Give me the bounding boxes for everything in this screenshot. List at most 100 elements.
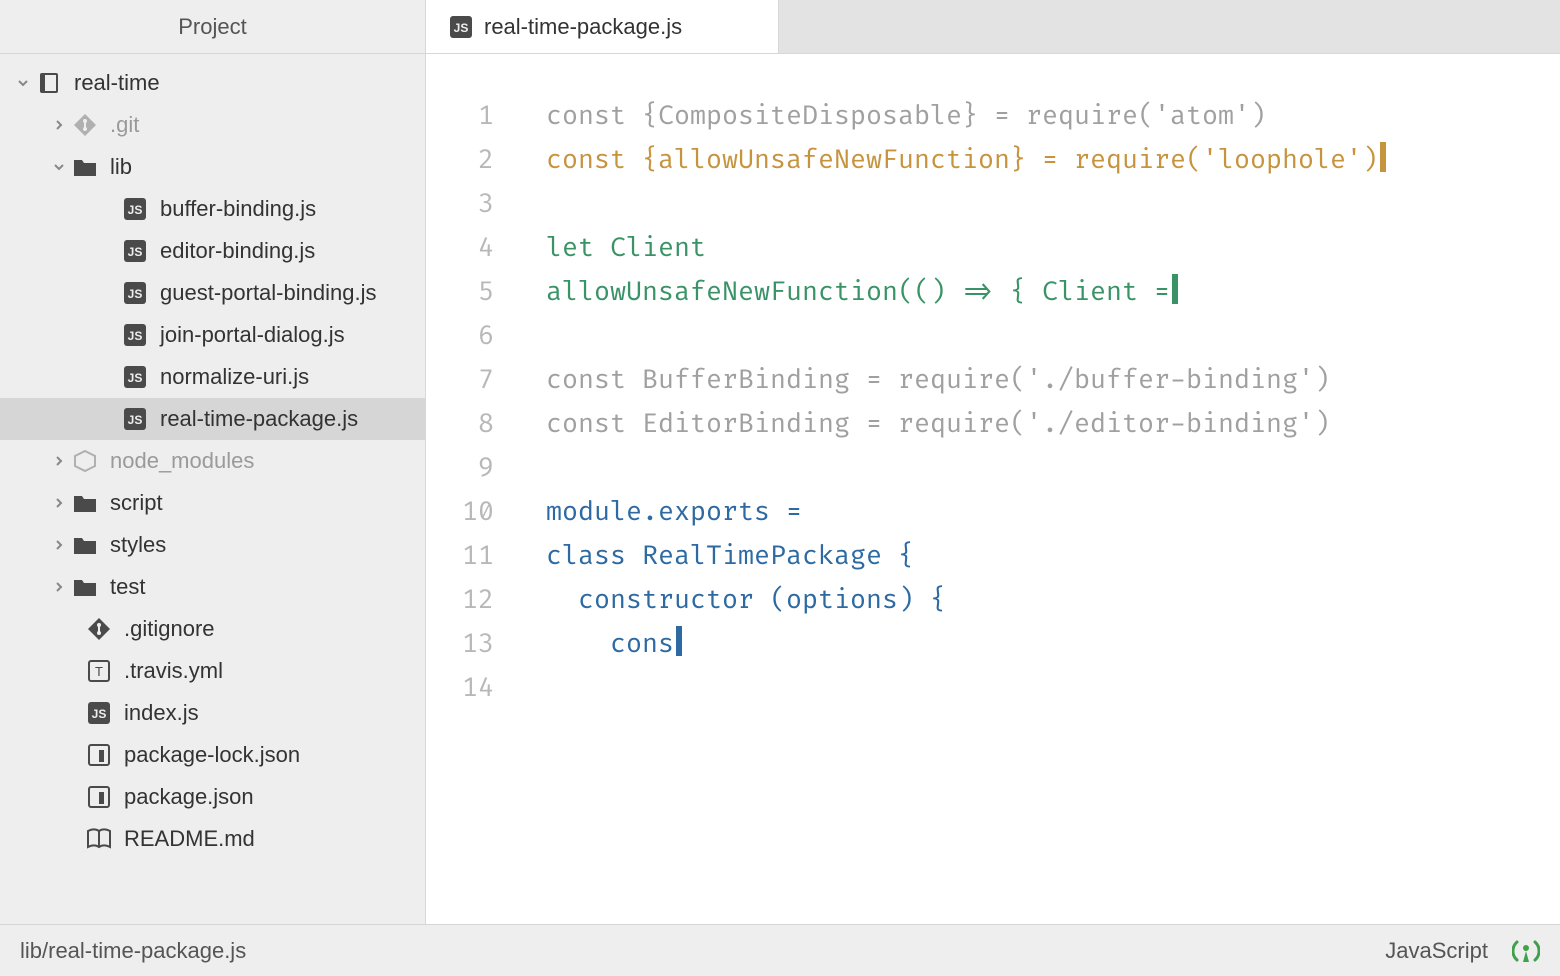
tree-item[interactable]: JS normalize-uri.js bbox=[0, 356, 425, 398]
tree-item[interactable]: package-lock.json bbox=[0, 734, 425, 776]
app-root: Project real-time.gitlibJSbuffer-binding… bbox=[0, 0, 1560, 976]
code-line[interactable] bbox=[546, 446, 1560, 490]
chevron-none-icon bbox=[52, 706, 66, 720]
chevron-right-icon[interactable] bbox=[52, 496, 66, 510]
code-segment: class RealTimePackage { bbox=[546, 540, 914, 572]
js-icon: JS bbox=[122, 406, 148, 432]
project-sidebar: Project real-time.gitlibJSbuffer-binding… bbox=[0, 0, 426, 924]
tree-item[interactable]: JSguest-portal-binding.js bbox=[0, 272, 425, 314]
code-line[interactable] bbox=[546, 314, 1560, 358]
tree-item[interactable]: node_modules bbox=[0, 440, 425, 482]
code-line[interactable] bbox=[546, 182, 1560, 226]
svg-text:JS: JS bbox=[128, 371, 143, 385]
js-file-icon: JS bbox=[450, 16, 472, 38]
code-line[interactable]: class RealTimePackage { bbox=[546, 534, 1560, 578]
chevron-right-icon[interactable] bbox=[52, 538, 66, 552]
svg-text:JS: JS bbox=[128, 329, 143, 343]
tree-item[interactable]: real-time bbox=[0, 62, 425, 104]
tab-bar[interactable]: JS real-time-package.js bbox=[426, 0, 1560, 54]
code-line[interactable]: const {CompositeDisposable} = require('a… bbox=[546, 94, 1560, 138]
tree-item-label: node_modules bbox=[110, 448, 254, 474]
code-content[interactable]: const {CompositeDisposable} = require('a… bbox=[516, 94, 1560, 924]
code-line[interactable]: module.exports = bbox=[546, 490, 1560, 534]
code-area[interactable]: 1234567891011121314 const {CompositeDisp… bbox=[426, 54, 1560, 924]
code-line[interactable]: cons bbox=[546, 622, 1560, 666]
line-number: 10 bbox=[446, 490, 494, 534]
git-icon bbox=[86, 616, 112, 642]
chevron-none-icon bbox=[52, 748, 66, 762]
tree-item-label: real-time-package.js bbox=[160, 406, 358, 432]
file-tree[interactable]: real-time.git lib JSbuffer-binding.jsJSedi… bbox=[0, 54, 425, 924]
tree-item[interactable]: test bbox=[0, 566, 425, 608]
tree-item-label: lib bbox=[110, 154, 132, 180]
chevron-right-icon[interactable] bbox=[52, 118, 66, 132]
tree-item-label: .travis.yml bbox=[124, 658, 223, 684]
tree-item-label: README.md bbox=[124, 826, 255, 852]
line-number: 5 bbox=[446, 270, 494, 314]
tree-item[interactable]: JS real-time-package.js bbox=[0, 398, 425, 440]
node-icon bbox=[72, 448, 98, 474]
git-icon bbox=[72, 112, 98, 138]
chevron-none-icon bbox=[88, 286, 102, 300]
code-line[interactable]: allowUnsafeNewFunction(() => { Client = bbox=[546, 270, 1560, 314]
code-line[interactable]: constructor (options) { bbox=[546, 578, 1560, 622]
chevron-none-icon bbox=[88, 370, 102, 384]
tree-item[interactable]: T .travis.yml bbox=[0, 650, 425, 692]
line-number: 11 bbox=[446, 534, 494, 578]
tree-item-label: index.js bbox=[124, 700, 199, 726]
line-number: 2 bbox=[446, 138, 494, 182]
status-file-path[interactable]: lib/real-time-package.js bbox=[20, 938, 246, 964]
tree-item-label: normalize-uri.js bbox=[160, 364, 309, 390]
chevron-none-icon bbox=[88, 202, 102, 216]
chevron-none-icon bbox=[52, 832, 66, 846]
tree-item[interactable]: .gitignore bbox=[0, 608, 425, 650]
tree-item[interactable]: README.md bbox=[0, 818, 425, 860]
code-line[interactable]: const EditorBinding = require('./editor-… bbox=[546, 402, 1560, 446]
tab-active[interactable]: JS real-time-package.js bbox=[426, 0, 779, 53]
svg-text:JS: JS bbox=[454, 21, 469, 35]
repo-icon bbox=[36, 70, 62, 96]
teletype-signal-icon[interactable] bbox=[1512, 938, 1540, 964]
tree-item[interactable]: .git bbox=[0, 104, 425, 146]
npm-icon bbox=[86, 784, 112, 810]
tree-item[interactable]: JSeditor-binding.js bbox=[0, 230, 425, 272]
line-number: 8 bbox=[446, 402, 494, 446]
code-line[interactable]: const BufferBinding = require('./buffer-… bbox=[546, 358, 1560, 402]
line-number: 6 bbox=[446, 314, 494, 358]
tree-item[interactable]: JSindex.js bbox=[0, 692, 425, 734]
status-language[interactable]: JavaScript bbox=[1385, 938, 1488, 964]
tree-item-label: test bbox=[110, 574, 145, 600]
line-number: 13 bbox=[446, 622, 494, 666]
chevron-none-icon bbox=[52, 790, 66, 804]
tree-item-label: join-portal-dialog.js bbox=[160, 322, 345, 348]
code-line[interactable] bbox=[546, 666, 1560, 710]
status-right: JavaScript bbox=[1385, 938, 1540, 964]
book-icon bbox=[86, 826, 112, 852]
chevron-none-icon bbox=[88, 412, 102, 426]
chevron-down-icon[interactable] bbox=[52, 160, 66, 174]
tree-item[interactable]: JS join-portal-dialog.js bbox=[0, 314, 425, 356]
chevron-right-icon[interactable] bbox=[52, 580, 66, 594]
js-icon: JS bbox=[122, 238, 148, 264]
remote-cursor bbox=[1380, 142, 1386, 172]
code-segment: cons bbox=[546, 628, 674, 660]
folder-icon bbox=[72, 154, 98, 180]
code-line[interactable]: let Client bbox=[546, 226, 1560, 270]
line-number: 1 bbox=[446, 94, 494, 138]
chevron-right-icon[interactable] bbox=[52, 454, 66, 468]
tree-item-label: guest-portal-binding.js bbox=[160, 280, 376, 306]
line-number: 9 bbox=[446, 446, 494, 490]
line-number-gutter: 1234567891011121314 bbox=[426, 94, 516, 924]
tree-item[interactable]: JSbuffer-binding.js bbox=[0, 188, 425, 230]
tree-item[interactable]: script bbox=[0, 482, 425, 524]
chevron-none-icon bbox=[52, 622, 66, 636]
code-segment: const {CompositeDisposable} = require('a… bbox=[546, 100, 1266, 132]
remote-cursor bbox=[676, 626, 682, 656]
tree-item[interactable]: styles bbox=[0, 524, 425, 566]
chevron-down-icon[interactable] bbox=[16, 76, 30, 90]
travis-icon: T bbox=[86, 658, 112, 684]
code-line[interactable]: const {allowUnsafeNewFunction} = require… bbox=[546, 138, 1560, 182]
status-bar: lib/real-time-package.js JavaScript bbox=[0, 924, 1560, 976]
tree-item[interactable]: lib bbox=[0, 146, 425, 188]
tree-item[interactable]: package.json bbox=[0, 776, 425, 818]
